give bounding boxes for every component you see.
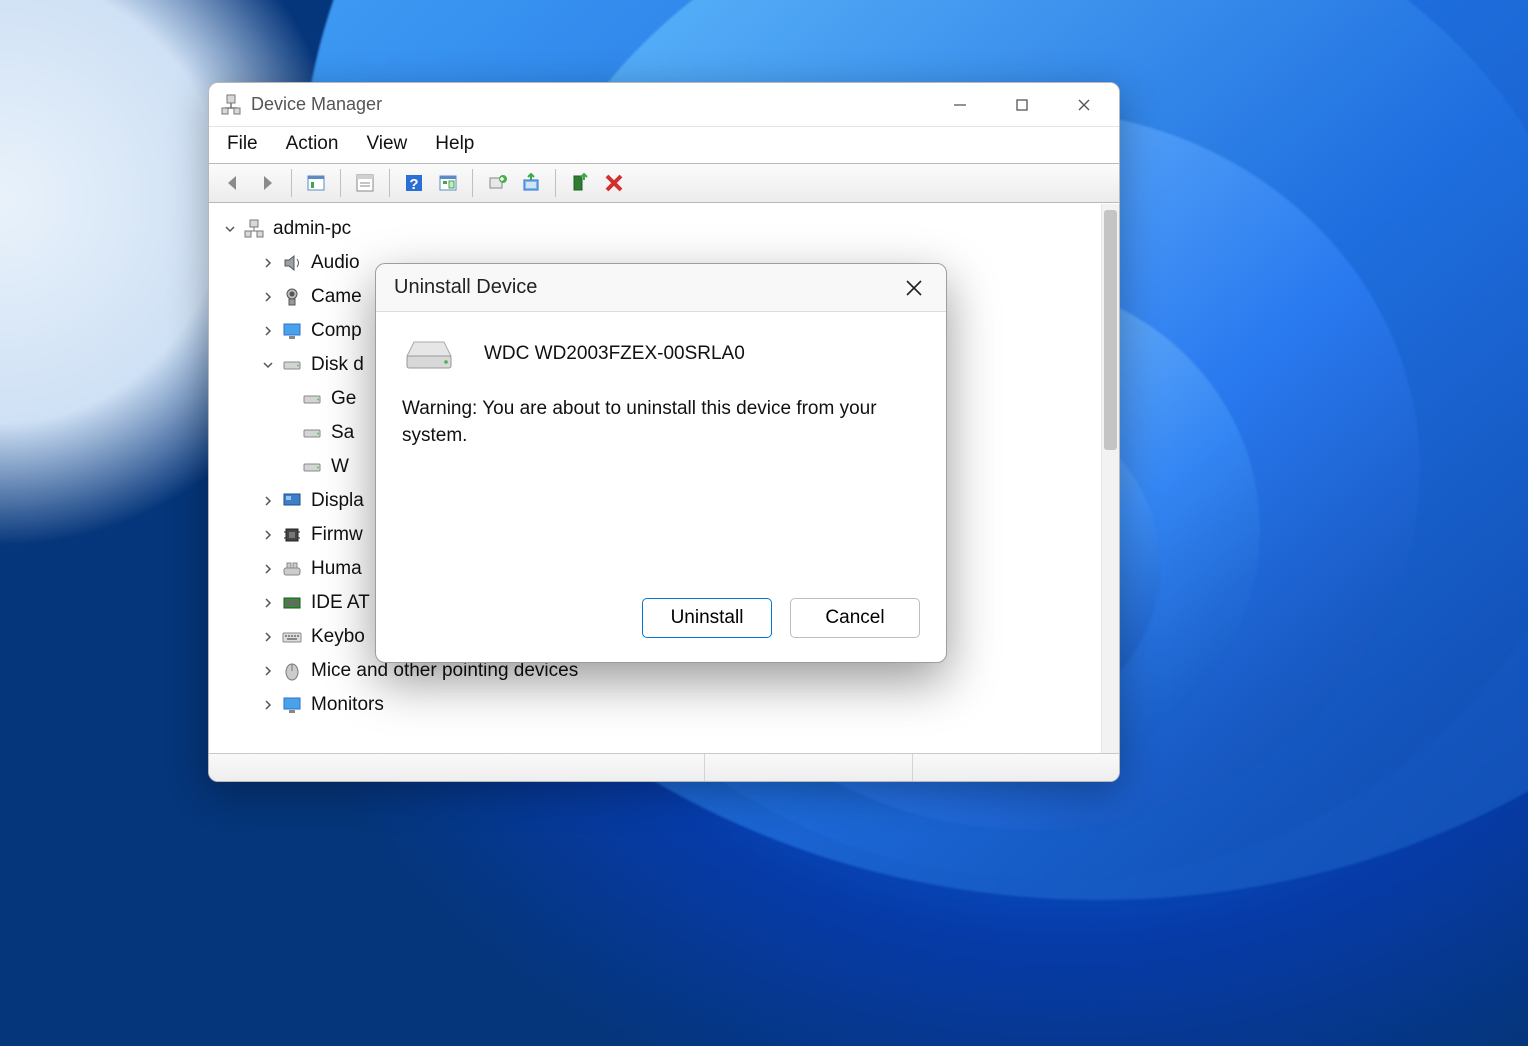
disable-device-icon[interactable] xyxy=(598,168,630,198)
chevron-right-icon[interactable] xyxy=(259,628,277,646)
computer-icon xyxy=(243,218,265,240)
cancel-button-label: Cancel xyxy=(825,607,884,629)
hid-icon xyxy=(281,558,303,580)
vertical-scrollbar[interactable] xyxy=(1101,204,1119,753)
menubar: File Action View Help xyxy=(209,127,1119,164)
close-button[interactable] xyxy=(1053,83,1115,127)
keyboard-icon xyxy=(281,626,303,648)
update-driver-icon[interactable] xyxy=(515,168,547,198)
chevron-right-icon[interactable] xyxy=(259,492,277,510)
chevron-right-icon[interactable] xyxy=(259,526,277,544)
minimize-button[interactable] xyxy=(929,83,991,127)
menu-action[interactable]: Action xyxy=(286,133,339,155)
chevron-down-icon[interactable] xyxy=(221,220,239,238)
dialog-close-button[interactable] xyxy=(892,268,936,308)
window-title: Device Manager xyxy=(251,94,382,115)
chip-icon xyxy=(281,524,303,546)
tree-root[interactable]: admin-pc xyxy=(221,212,1095,246)
chevron-right-icon[interactable] xyxy=(259,662,277,680)
chevron-right-icon[interactable] xyxy=(259,322,277,340)
ide-icon xyxy=(281,592,303,614)
menu-file[interactable]: File xyxy=(227,133,258,155)
tree-root-label: admin-pc xyxy=(273,218,351,240)
chevron-right-icon[interactable] xyxy=(259,288,277,306)
tree-item-label: Huma xyxy=(311,558,362,580)
toolbar: ? xyxy=(209,164,1119,203)
chevron-right-icon[interactable] xyxy=(259,594,277,612)
tree-item-label: Ge xyxy=(331,388,356,410)
tree-item-label: Audio xyxy=(311,252,360,274)
drive-icon xyxy=(281,354,303,376)
display-adapter-icon xyxy=(281,490,303,512)
status-bar xyxy=(209,753,1119,781)
cancel-button[interactable]: Cancel xyxy=(790,598,920,638)
drive-icon xyxy=(301,422,323,444)
tree-item-label: Mice and other pointing devices xyxy=(311,660,578,682)
scan-hardware-icon[interactable] xyxy=(481,168,513,198)
chevron-down-icon[interactable] xyxy=(259,356,277,374)
uninstall-button-label: Uninstall xyxy=(671,607,744,629)
uninstall-device-icon[interactable] xyxy=(564,168,596,198)
maximize-button[interactable] xyxy=(991,83,1053,127)
properties-icon[interactable] xyxy=(349,168,381,198)
drive-icon xyxy=(402,334,456,374)
tree-item-label: Firmw xyxy=(311,524,363,546)
tree-item-monitors[interactable]: Monitors xyxy=(221,688,1095,722)
tree-item-label: IDE AT xyxy=(311,592,370,614)
camera-icon xyxy=(281,286,303,308)
monitor-icon xyxy=(281,320,303,342)
tree-item-label: W xyxy=(331,456,349,478)
chevron-right-icon[interactable] xyxy=(259,696,277,714)
show-all-icon[interactable] xyxy=(300,168,332,198)
menu-help[interactable]: Help xyxy=(435,133,474,155)
tree-item-label: Came xyxy=(311,286,362,308)
chevron-right-icon[interactable] xyxy=(259,560,277,578)
details-icon[interactable] xyxy=(432,168,464,198)
tree-item-label: Comp xyxy=(311,320,362,342)
monitor-icon xyxy=(281,694,303,716)
dialog-device-name: WDC WD2003FZEX-00SRLA0 xyxy=(484,343,745,365)
tree-item-label: Sa xyxy=(331,422,354,444)
menu-view[interactable]: View xyxy=(366,133,407,155)
speaker-icon xyxy=(281,252,303,274)
titlebar[interactable]: Device Manager xyxy=(209,83,1119,127)
dialog-warning-text: Warning: You are about to uninstall this… xyxy=(402,396,920,449)
app-icon xyxy=(221,94,241,116)
dialog-titlebar[interactable]: Uninstall Device xyxy=(376,264,946,312)
mouse-icon xyxy=(281,660,303,682)
tree-item-label: Displa xyxy=(311,490,364,512)
uninstall-button[interactable]: Uninstall xyxy=(642,598,772,638)
forward-arrow-icon[interactable] xyxy=(251,168,283,198)
uninstall-device-dialog: Uninstall Device WDC WD2003FZEX-00SRLA0 … xyxy=(375,263,947,663)
tree-item-label: Monitors xyxy=(311,694,384,716)
back-arrow-icon[interactable] xyxy=(217,168,249,198)
drive-icon xyxy=(301,388,323,410)
drive-icon xyxy=(301,456,323,478)
tree-item-label: Keybo xyxy=(311,626,365,648)
scrollbar-thumb[interactable] xyxy=(1104,210,1117,450)
chevron-right-icon[interactable] xyxy=(259,254,277,272)
help-icon[interactable]: ? xyxy=(398,168,430,198)
dialog-title: Uninstall Device xyxy=(394,276,537,299)
svg-text:?: ? xyxy=(409,176,418,193)
tree-item-label: Disk d xyxy=(311,354,364,376)
